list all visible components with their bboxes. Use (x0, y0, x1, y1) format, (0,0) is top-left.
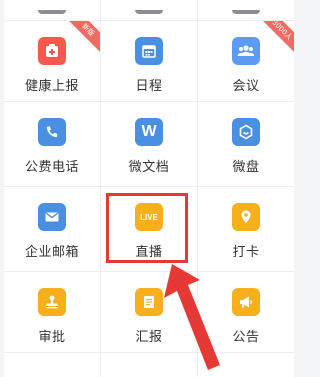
app-meeting[interactable]: 3000人 会议 (198, 21, 294, 101)
app-label: 公告 (232, 330, 260, 345)
grid-cell-top-1[interactable] (4, 0, 100, 20)
grid-cell-bottom-1[interactable] (4, 353, 100, 377)
approval-stamp-icon (38, 288, 66, 316)
partial-icon (135, 10, 163, 14)
app-label: 微盘 (232, 160, 260, 175)
app-label: 公费电话 (24, 160, 79, 175)
app-approval[interactable]: 审批 (4, 272, 100, 352)
grid-cell-top-3[interactable] (198, 0, 294, 20)
app-label: 审批 (38, 330, 66, 345)
app-health-report[interactable]: 新版 健康上报 (4, 21, 100, 101)
document-icon: W (135, 118, 163, 146)
app-live[interactable]: LIVE 直播 (101, 187, 197, 271)
app-label: 企业邮箱 (24, 245, 79, 260)
app-label: 微文档 (128, 160, 170, 175)
megaphone-icon (232, 288, 260, 316)
phone-icon (38, 118, 66, 146)
app-label: 会议 (232, 79, 260, 94)
live-icon: LIVE (135, 203, 163, 231)
calendar-icon (135, 37, 163, 65)
app-label: 日程 (135, 79, 163, 94)
new-version-badge: 新版 (61, 21, 100, 57)
location-icon (232, 203, 260, 231)
report-icon (135, 288, 163, 316)
meeting-icon (232, 37, 260, 65)
app-grid: 新版 健康上报 日程 3000人 会议 公费电话 W 微文档 微盘 企业邮箱 L… (4, 0, 294, 377)
health-report-icon (38, 37, 66, 65)
app-check-in[interactable]: 打卡 (198, 187, 294, 271)
app-label: 直播 (135, 245, 163, 260)
app-micro-document[interactable]: W 微文档 (101, 102, 197, 186)
app-label: 打卡 (232, 245, 260, 260)
partial-icon (38, 10, 66, 14)
grid-cell-top-2[interactable] (101, 0, 197, 20)
partial-icon (232, 10, 260, 14)
app-label: 汇报 (135, 330, 163, 345)
app-micro-drive[interactable]: 微盘 (198, 102, 294, 186)
app-public-phone[interactable]: 公费电话 (4, 102, 100, 186)
app-label: 健康上报 (24, 79, 79, 94)
capacity-badge: 3000人 (255, 21, 294, 57)
annotation-arrow-icon (164, 264, 220, 370)
app-calendar[interactable]: 日程 (101, 21, 197, 101)
mail-icon (38, 203, 66, 231)
cloud-drive-icon (232, 118, 260, 146)
app-enterprise-mail[interactable]: 企业邮箱 (4, 187, 100, 271)
